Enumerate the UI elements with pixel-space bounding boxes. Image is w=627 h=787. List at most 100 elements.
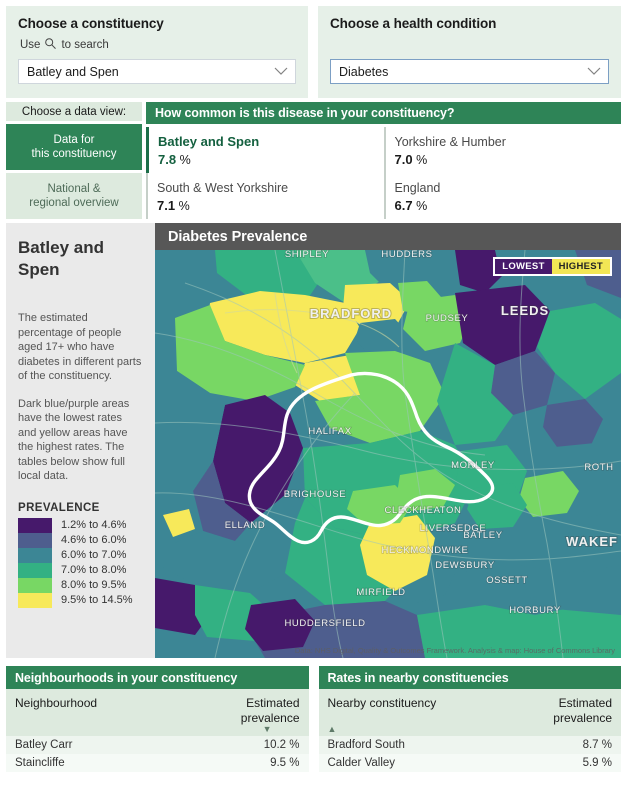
neighbourhoods-table-title: Neighbourhoods in your constituency (6, 666, 309, 689)
svg-text:HECKMONDWIKE: HECKMONDWIKE (382, 545, 469, 556)
stat-england: England 6.7 % (383, 173, 622, 219)
condition-hint-spacer (332, 38, 609, 52)
selector-row: Choose a constituency Use to search Batl… (0, 0, 627, 98)
dataview-tab-national-line2: regional overview (29, 197, 119, 209)
map-canvas[interactable]: SHIPLEY HUDDERS PUDSEY HALIFAX MORLEY RO… (155, 223, 621, 658)
stat-constituency-label: Batley and Spen (158, 133, 260, 149)
table-row[interactable]: Batley Carr 10.2 % (6, 736, 309, 754)
col-header-value[interactable]: Estimated prevalence (208, 696, 300, 732)
search-hint-suffix: to search (61, 39, 109, 51)
table-row[interactable]: Calder Valley 5.9 % (318, 754, 621, 772)
neighbourhoods-table: Neighbourhoods in your constituency Neig… (6, 666, 309, 772)
summary-banner: How common is this disease in your const… (146, 102, 621, 124)
legend-swatch (18, 562, 52, 578)
legend-label: 9.5% to 14.5% (61, 594, 133, 606)
legend-swatch (18, 517, 52, 533)
stat-region: Yorkshire & Humber 7.0 % (383, 127, 622, 173)
svg-text:DEWSBURY: DEWSBURY (435, 560, 495, 571)
dataview-tab-national[interactable]: National & regional overview (6, 173, 142, 219)
svg-text:BRIGHOUSE: BRIGHOUSE (284, 489, 346, 500)
constituency-health-dashboard: Choose a constituency Use to search Batl… (0, 0, 627, 787)
stat-region-value: 7.0 % (394, 151, 428, 167)
row-name: Bradford South (327, 739, 405, 751)
svg-text:WAKEF: WAKEF (566, 534, 618, 549)
legend: 1.2% to 4.6% 4.6% to 6.0% 6.0% to 7.0% 7… (18, 517, 143, 608)
dataview-summary-row: Choose a data view: Data for this consti… (0, 98, 627, 219)
map-attribution: Data: NHS Digital, Quality & Outcomes Fr… (294, 646, 615, 655)
legend-item: 9.5% to 14.5% (18, 592, 143, 608)
search-icon (44, 37, 57, 53)
map-description-2: Dark blue/purple areas have the lowest r… (18, 397, 130, 483)
constituency-dropdown-value: Batley and Spen (27, 64, 119, 79)
svg-text:PUDSEY: PUDSEY (426, 313, 469, 324)
row-value: 9.5 % (270, 757, 300, 769)
svg-text:HORBURY: HORBURY (509, 605, 561, 616)
stat-subregion-value: 7.1 % (157, 197, 190, 213)
scale-lowest-label: LOWEST (495, 259, 552, 274)
svg-text:ROTH: ROTH (584, 462, 613, 473)
nearby-table-title: Rates in nearby constituencies (318, 666, 621, 689)
dataview-tab-national-line1: National & (47, 183, 101, 195)
svg-text:HUDDERSFIELD: HUDDERSFIELD (284, 618, 365, 629)
row-value: 8.7 % (582, 739, 612, 751)
stat-region-label: Yorkshire & Humber (394, 134, 506, 149)
legend-item: 8.0% to 9.5% (18, 577, 143, 593)
svg-text:BRADFORD: BRADFORD (310, 306, 392, 321)
stat-england-label: England (394, 180, 441, 195)
map-title: Diabetes Prevalence (155, 223, 621, 250)
stat-england-value: 6.7 % (394, 197, 428, 213)
condition-selector-panel: Choose a health condition Diabetes (318, 6, 621, 98)
svg-text:HUDDERS: HUDDERS (381, 249, 432, 260)
nearby-table-header: Nearby constituency Estimated prevalence… (318, 689, 621, 736)
legend-label: 7.0% to 8.0% (61, 564, 127, 576)
stat-subregion-label: South & West Yorkshire (157, 180, 289, 195)
col-header-value-line2: prevalence (553, 711, 612, 725)
constituency-selector-title: Choose a constituency (18, 16, 164, 31)
svg-text:SHIPLEY: SHIPLEY (285, 249, 329, 260)
scale-highest-label: HIGHEST (551, 259, 610, 274)
summary-panel: How common is this disease in your const… (146, 102, 621, 219)
chevron-down-icon (273, 65, 289, 79)
legend-swatch (18, 547, 52, 563)
svg-text:MIRFIELD: MIRFIELD (356, 587, 405, 598)
dataview-tab-constituency-line2: this constituency (31, 148, 117, 160)
col-header-name[interactable]: Neighbourhood (15, 696, 208, 732)
svg-text:LEEDS: LEEDS (501, 303, 549, 318)
legend-item: 6.0% to 7.0% (18, 547, 143, 563)
stat-subregion: South & West Yorkshire 7.1 % (146, 173, 384, 219)
condition-dropdown[interactable]: Diabetes (330, 59, 609, 84)
col-header-name[interactable]: Nearby constituency (328, 696, 521, 732)
dataview-tab-constituency[interactable]: Data for this constituency (6, 124, 142, 170)
map-block: Batley and Spen The estimated percentage… (6, 223, 621, 658)
summary-stats: Batley and Spen 7.8 % Yorkshire & Humber… (146, 127, 621, 219)
map-description-1: The estimated percentage of people aged … (18, 312, 142, 382)
row-name: Batley Carr (15, 739, 73, 751)
map-sidebar-title: Batley and Spen (18, 238, 104, 279)
tables-row: Neighbourhoods in your constituency Neig… (0, 658, 627, 772)
table-row[interactable]: Bradford South 8.7 % (318, 736, 621, 754)
choropleth-map[interactable]: SHIPLEY HUDDERS PUDSEY HALIFAX MORLEY RO… (155, 223, 621, 658)
svg-text:CLECKHEATON: CLECKHEATON (385, 505, 462, 516)
col-header-value-line2: prevalence (240, 711, 300, 725)
legend-label: 4.6% to 6.0% (61, 534, 127, 546)
col-header-value[interactable]: Estimated prevalence (520, 696, 612, 732)
search-hint-prefix: Use (20, 39, 41, 51)
sort-ascending-icon[interactable]: ▲ (328, 724, 337, 734)
neighbourhoods-table-header: Neighbourhood Estimated prevalence ▼ (6, 689, 309, 736)
row-name: Staincliffe (15, 757, 65, 769)
sort-descending-icon[interactable]: ▼ (263, 724, 272, 734)
map-sidebar: Batley and Spen The estimated percentage… (6, 223, 155, 658)
svg-text:ELLAND: ELLAND (225, 520, 266, 531)
svg-text:HALIFAX: HALIFAX (308, 426, 351, 437)
nearby-constituencies-table: Rates in nearby constituencies Nearby co… (318, 666, 621, 772)
table-row[interactable]: Staincliffe 9.5 % (6, 754, 309, 772)
legend-swatch (18, 577, 52, 593)
legend-item: 1.2% to 4.6% (18, 517, 143, 533)
dataview-selector: Choose a data view: Data for this consti… (6, 102, 142, 219)
legend-label: 8.0% to 9.5% (61, 579, 127, 591)
legend-label: 1.2% to 4.6% (61, 519, 127, 531)
row-value: 10.2 % (263, 739, 300, 751)
map-scale-legend: LOWEST HIGHEST (493, 257, 612, 276)
constituency-dropdown[interactable]: Batley and Spen (18, 59, 296, 84)
col-header-value-line1: Estimated (558, 696, 612, 710)
